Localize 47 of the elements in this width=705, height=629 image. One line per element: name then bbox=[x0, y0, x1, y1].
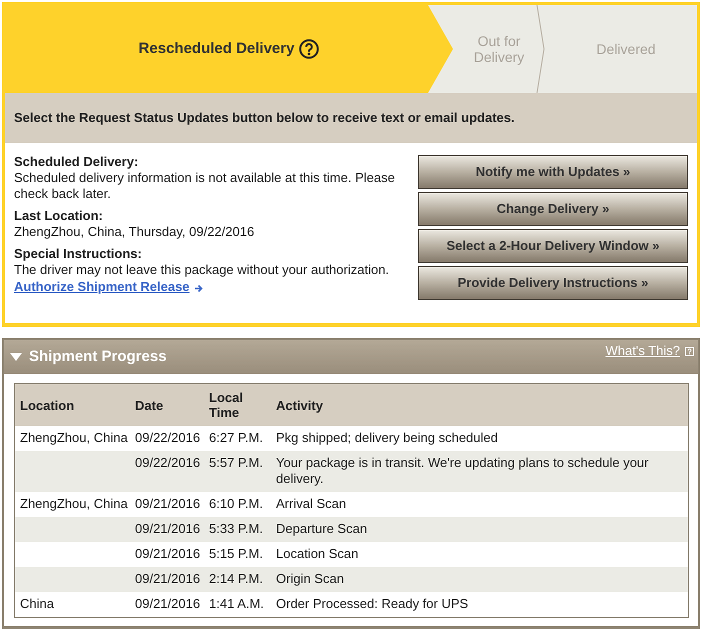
authorize-link[interactable]: Authorize Shipment Release bbox=[14, 279, 190, 295]
table-cell-text: 5:15 P.M. bbox=[209, 546, 264, 562]
caret-icon[interactable] bbox=[10, 353, 22, 361]
section-title: Shipment Progress bbox=[29, 346, 167, 367]
table-cell-text: Your package is in transit. We're updating plans to schedule your delivery. bbox=[276, 455, 650, 487]
table-cell-text: 1:41 A.M. bbox=[209, 596, 265, 612]
action-button[interactable]: Provide Delivery Instructions » bbox=[418, 266, 688, 300]
help-icon[interactable] bbox=[299, 39, 320, 59]
table-cell: 09/22/2016 bbox=[135, 455, 201, 471]
detail-text: The driver may not leave this package without your authorization. bbox=[14, 262, 390, 278]
table-cell-text: 6:10 P.M. bbox=[209, 496, 264, 512]
action-button[interactable]: Select a 2-Hour Delivery Window » bbox=[418, 229, 688, 263]
detail-label: Scheduled Delivery: bbox=[14, 154, 140, 170]
table-cell-text: Arrival Scan bbox=[276, 496, 348, 512]
table-cell-text: 6:27 P.M. bbox=[209, 430, 264, 446]
table-cell-text: 5:57 P.M. bbox=[209, 455, 264, 471]
detail-text: ZhengZhou, China, Thursday, 09/22/2016 bbox=[14, 224, 256, 240]
arrow-icon[interactable] bbox=[194, 284, 203, 292]
table-cell-text: Departure Scan bbox=[276, 521, 368, 537]
table-cell-text: Order Processed: Ready for UPS bbox=[276, 596, 470, 612]
step-label: Out for Delivery bbox=[472, 33, 526, 65]
column-header: Activity bbox=[276, 398, 324, 412]
column-header: Local Time bbox=[209, 390, 244, 420]
table-cell: 09/21/2016 bbox=[135, 571, 201, 587]
step-label: Delivered bbox=[596, 41, 656, 57]
detail-label: Special Instructions: bbox=[14, 246, 143, 262]
step-label: Rescheduled Delivery bbox=[138, 40, 294, 58]
table-cell-text: China bbox=[20, 596, 55, 612]
column-header: Location bbox=[20, 398, 76, 412]
action-button[interactable]: Change Delivery » bbox=[418, 192, 688, 226]
table-cell-text: 5:33 P.M. bbox=[209, 521, 264, 537]
table-cell: ZhengZhou, China bbox=[20, 430, 127, 446]
table-cell-text: Pkg shipped; delivery being scheduled bbox=[276, 430, 499, 446]
table-cell: ZhengZhou, China bbox=[20, 496, 127, 512]
detail-text: Scheduled delivery information is not available at this time. Please check back later. bbox=[14, 170, 396, 202]
notice-text: Select the Request Status Updates button below to receive text or email updates. bbox=[14, 109, 515, 128]
table-cell: 09/22/2016 bbox=[135, 430, 201, 446]
table-cell-text: 2:14 P.M. bbox=[209, 571, 264, 587]
table-cell-text: Origin Scan bbox=[276, 571, 345, 587]
detail-label: Last Location: bbox=[14, 208, 104, 224]
column-header: Date bbox=[135, 398, 164, 412]
table-cell: 09/21/2016 bbox=[135, 546, 201, 562]
table-cell: 09/21/2016 bbox=[135, 521, 201, 537]
table-cell: 09/21/2016 bbox=[135, 496, 201, 512]
table-cell: 09/21/2016 bbox=[135, 596, 201, 612]
action-button[interactable]: Notify me with Updates » bbox=[418, 155, 688, 189]
table-cell-text: Location Scan bbox=[276, 546, 360, 562]
